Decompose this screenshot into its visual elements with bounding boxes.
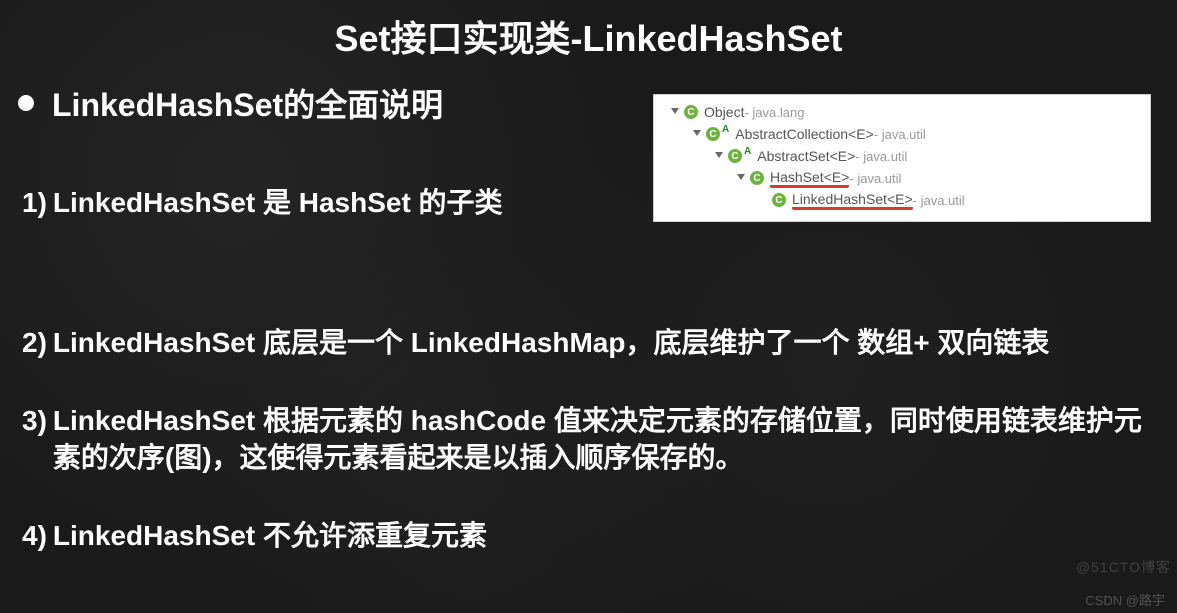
expand-arrow-icon [670,107,680,117]
list-item: 2) LinkedHashSet 底层是一个 LinkedHashMap，底层维… [22,324,1155,362]
class-name: AbstractCollection<E> [735,126,874,142]
class-icon: C [706,127,720,141]
class-hierarchy-panel: CObject - java.langCAAbstractCollection<… [653,94,1151,222]
expand-arrow-icon [736,173,746,183]
item-number: 4) [22,517,47,555]
tree-row: C HashSet<E> - java.util [662,167,1142,189]
abstract-marker: A [744,146,751,157]
package-name: - java.util [855,149,907,164]
package-name: - java.util [849,171,901,186]
class-icon: C [750,171,764,185]
class-name: AbstractSet<E> [757,148,855,164]
expand-arrow-icon [714,151,724,161]
expand-arrow-icon [758,195,768,205]
item-text: LinkedHashSet 是 HashSet 的子类 [53,184,503,222]
watermark-51cto: @51CTO博客 [1076,557,1171,577]
list-item: 3) LinkedHashSet 根据元素的 hashCode 值来决定元素的存… [22,402,1155,478]
points-list: 1) LinkedHashSet 是 HashSet 的子类 2) Linked… [0,184,1177,555]
tree-row: CA AbstractSet<E> - java.util [662,145,1142,167]
bullet-icon [18,95,34,111]
class-name: Object [704,104,744,120]
item-text: LinkedHashSet 底层是一个 LinkedHashMap，底层维护了一… [53,324,1049,362]
tree-row: C Object - java.lang [662,101,1142,123]
class-icon: C [684,105,698,119]
item-number: 2) [22,324,47,362]
item-text: LinkedHashSet 根据元素的 hashCode 值来决定元素的存储位置… [53,402,1155,478]
item-number: 3) [22,402,47,478]
class-icon: C [728,149,742,163]
item-text: LinkedHashSet 不允许添重复元素 [53,517,487,555]
class-name: HashSet<E> [770,169,849,188]
abstract-marker: A [722,124,729,135]
slide-title: Set接口实现类-LinkedHashSet [0,0,1177,74]
tree-row: CA AbstractCollection<E> - java.util [662,123,1142,145]
package-name: - java.util [874,127,926,142]
item-number: 1) [22,184,47,222]
package-name: - java.util [913,193,965,208]
subtitle-text: LinkedHashSet的全面说明 [52,80,443,126]
list-item: 4) LinkedHashSet 不允许添重复元素 [22,517,1155,555]
expand-arrow-icon [692,129,702,139]
class-name: LinkedHashSet<E> [792,191,913,210]
class-icon: C [772,193,786,207]
package-name: - java.lang [744,105,804,120]
watermark-csdn: CSDN @路宇 [1085,590,1165,609]
tree-row: C LinkedHashSet<E> - java.util [662,189,1142,211]
